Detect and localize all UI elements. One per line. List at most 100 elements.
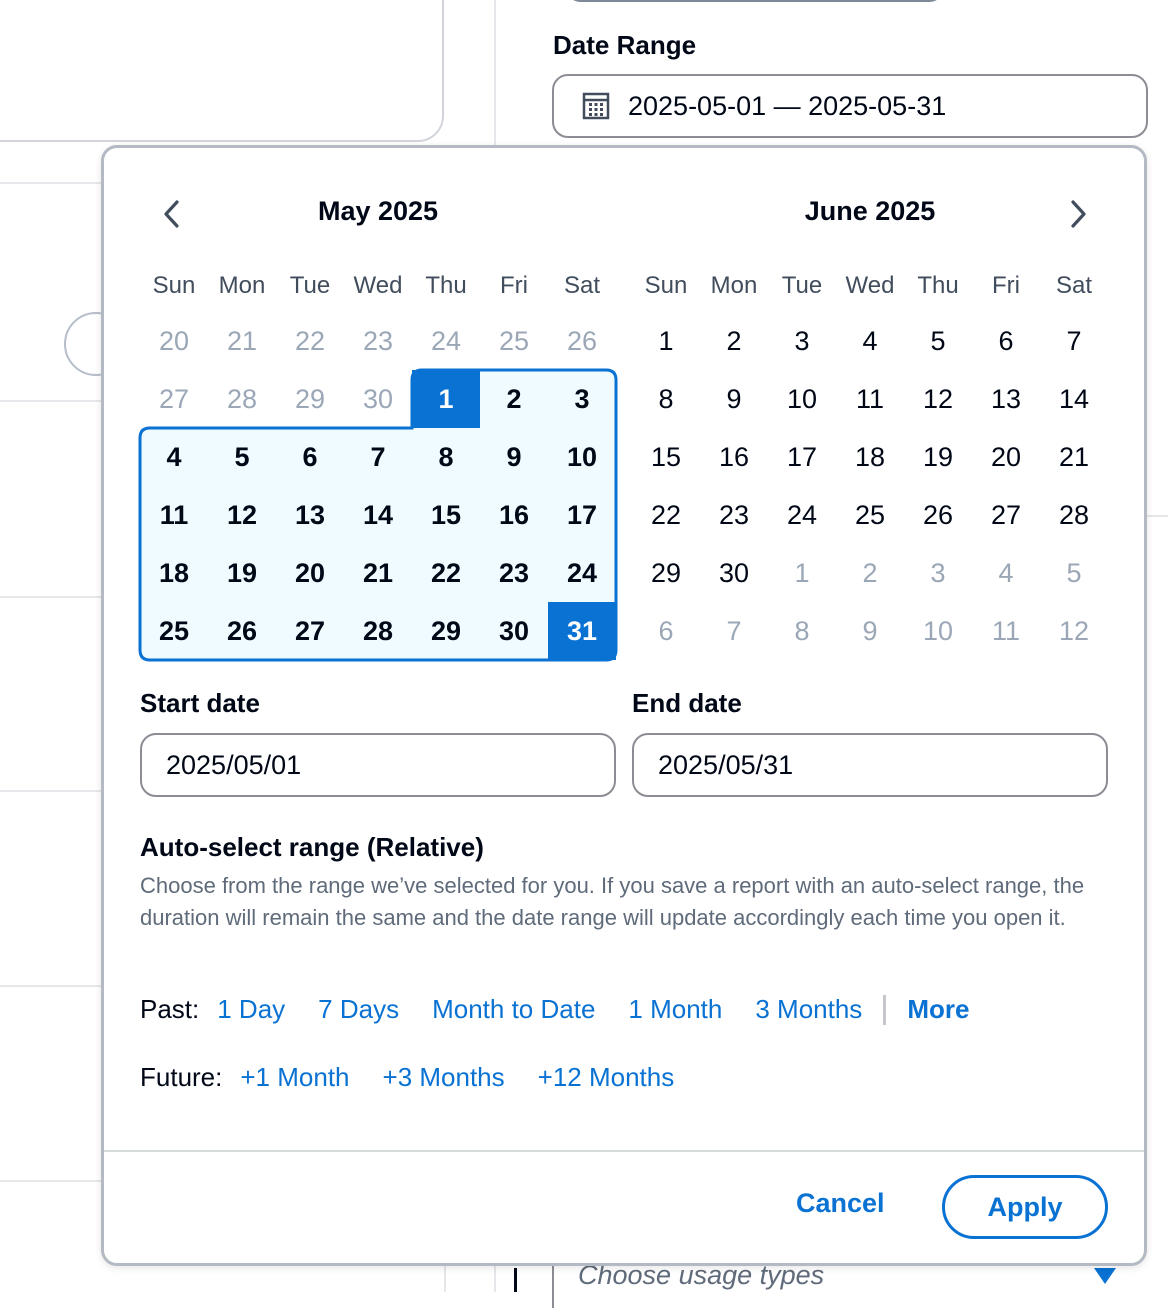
calendar-day[interactable]: 4 [836, 312, 904, 370]
calendar-day[interactable]: 6 [276, 428, 344, 486]
calendar-day[interactable]: 6 [972, 312, 1040, 370]
calendar-day: 5 [1066, 557, 1082, 588]
weekday-label: Mon [710, 272, 758, 299]
footer-divider [104, 1150, 1144, 1152]
caret-down-icon[interactable] [1094, 1268, 1116, 1284]
calendar-day[interactable]: 3 [768, 312, 836, 370]
calendar-day[interactable]: 21 [344, 544, 412, 602]
calendar-day[interactable]: 26 [904, 486, 972, 544]
calendar-day[interactable]: 17 [768, 428, 836, 486]
calendar-day[interactable]: 3 [548, 370, 616, 428]
preset-7-days[interactable]: 7 Days [318, 994, 399, 1025]
calendar-day[interactable]: 22 [632, 486, 700, 544]
preset-3-months[interactable]: 3 Months [755, 994, 862, 1025]
calendar-week: 15 16 17 18 19 20 21 [632, 428, 1108, 486]
calendar-day[interactable]: 8 [632, 370, 700, 428]
preset-plus-12-months[interactable]: +12 Months [538, 1062, 675, 1093]
calendar-day[interactable]: 5 [208, 428, 276, 486]
calendar-day[interactable]: 9 [480, 428, 548, 486]
preset-1-month[interactable]: 1 Month [628, 994, 722, 1025]
calendar-day[interactable]: 4 [140, 428, 208, 486]
preset-separator [883, 994, 887, 1025]
calendar-day[interactable]: 22 [412, 544, 480, 602]
calendar-day[interactable]: 19 [904, 428, 972, 486]
calendar-day[interactable]: 31 [548, 602, 616, 660]
calendar-day[interactable]: 2 [480, 370, 548, 428]
calendar-day[interactable]: 14 [344, 486, 412, 544]
calendar-day[interactable]: 23 [700, 486, 768, 544]
calendar-day[interactable]: 20 [972, 428, 1040, 486]
preset-month-to-date[interactable]: Month to Date [432, 994, 595, 1025]
calendar-day[interactable]: 10 [548, 428, 616, 486]
calendar-day[interactable]: 13 [276, 486, 344, 544]
calendar-day[interactable]: 24 [548, 544, 616, 602]
calendar-day[interactable]: 29 [412, 602, 480, 660]
calendar-day[interactable]: 7 [1040, 312, 1108, 370]
calendar-icon [582, 92, 610, 120]
calendar-day[interactable]: 5 [904, 312, 972, 370]
calendar-day[interactable]: 30 [700, 544, 768, 602]
calendar-day: 10 [922, 615, 954, 646]
calendar-day[interactable]: 12 [904, 370, 972, 428]
background-divider [0, 1180, 104, 1182]
weekday-label: Wed [353, 272, 403, 299]
calendar-day[interactable]: 21 [1040, 428, 1108, 486]
more-presets-button[interactable]: More [907, 994, 969, 1025]
background-divider [1146, 515, 1168, 517]
calendar-day[interactable]: 29 [632, 544, 700, 602]
weekday-label: Thu [917, 272, 959, 299]
calendar-day[interactable]: 2 [700, 312, 768, 370]
calendar-day[interactable]: 16 [480, 486, 548, 544]
start-date-label: Start date [140, 688, 260, 718]
calendar-day[interactable]: 30 [480, 602, 548, 660]
date-range-trigger[interactable]: 2025-05-01 — 2025-05-31 [552, 74, 1148, 138]
calendar-day: 29 [294, 383, 326, 414]
calendar-day[interactable]: 7 [344, 428, 412, 486]
calendar-day[interactable]: 18 [140, 544, 208, 602]
background-divider [0, 182, 104, 184]
calendar-day[interactable]: 23 [480, 544, 548, 602]
month-title-may: May 2025 [317, 196, 439, 226]
calendar-day[interactable]: 28 [344, 602, 412, 660]
calendar-day[interactable]: 11 [140, 486, 208, 544]
calendar-day[interactable]: 20 [276, 544, 344, 602]
cancel-button[interactable]: Cancel [796, 1188, 885, 1219]
weekday-label: Tue [781, 272, 823, 299]
background-divider [494, 0, 496, 150]
end-date-input[interactable] [632, 733, 1108, 797]
calendar-day[interactable]: 8 [412, 428, 480, 486]
preset-plus-1-month[interactable]: +1 Month [240, 1062, 349, 1093]
background-card [0, 0, 444, 142]
calendar-day[interactable]: 12 [208, 486, 276, 544]
calendar-day[interactable]: 25 [836, 486, 904, 544]
calendar-day[interactable]: 1 [632, 312, 700, 370]
calendar-day[interactable]: 17 [548, 486, 616, 544]
calendar-week: 18 19 20 21 22 23 24 [140, 544, 616, 602]
calendar-day[interactable]: 15 [412, 486, 480, 544]
calendar-day[interactable]: 26 [208, 602, 276, 660]
calendar-day[interactable]: 18 [836, 428, 904, 486]
preset-1-day[interactable]: 1 Day [217, 994, 285, 1025]
calendar-day[interactable]: 11 [836, 370, 904, 428]
calendar-day[interactable]: 14 [1040, 370, 1108, 428]
apply-button[interactable]: Apply [942, 1175, 1108, 1239]
calendar-day[interactable]: 27 [276, 602, 344, 660]
calendar-day[interactable]: 1 [412, 370, 480, 428]
calendar-day[interactable]: 25 [140, 602, 208, 660]
start-date-input[interactable] [140, 733, 616, 797]
calendar-day[interactable]: 27 [972, 486, 1040, 544]
past-label: Past: [140, 994, 200, 1024]
preset-plus-3-months[interactable]: +3 Months [383, 1062, 505, 1093]
calendar-week: 4 5 6 7 8 9 10 [140, 428, 616, 486]
calendar-day: 20 [158, 325, 190, 356]
calendar-day[interactable]: 15 [632, 428, 700, 486]
calendar-week: 20 21 22 23 24 25 26 [140, 312, 616, 370]
calendar-day[interactable]: 13 [972, 370, 1040, 428]
calendar-day[interactable]: 9 [700, 370, 768, 428]
calendar-day[interactable]: 10 [768, 370, 836, 428]
weekday-header: Sun Mon Tue Wed Thu Fri Sat [140, 272, 616, 300]
calendar-day[interactable]: 16 [700, 428, 768, 486]
calendar-day[interactable]: 19 [208, 544, 276, 602]
calendar-day[interactable]: 28 [1040, 486, 1108, 544]
calendar-day[interactable]: 24 [768, 486, 836, 544]
